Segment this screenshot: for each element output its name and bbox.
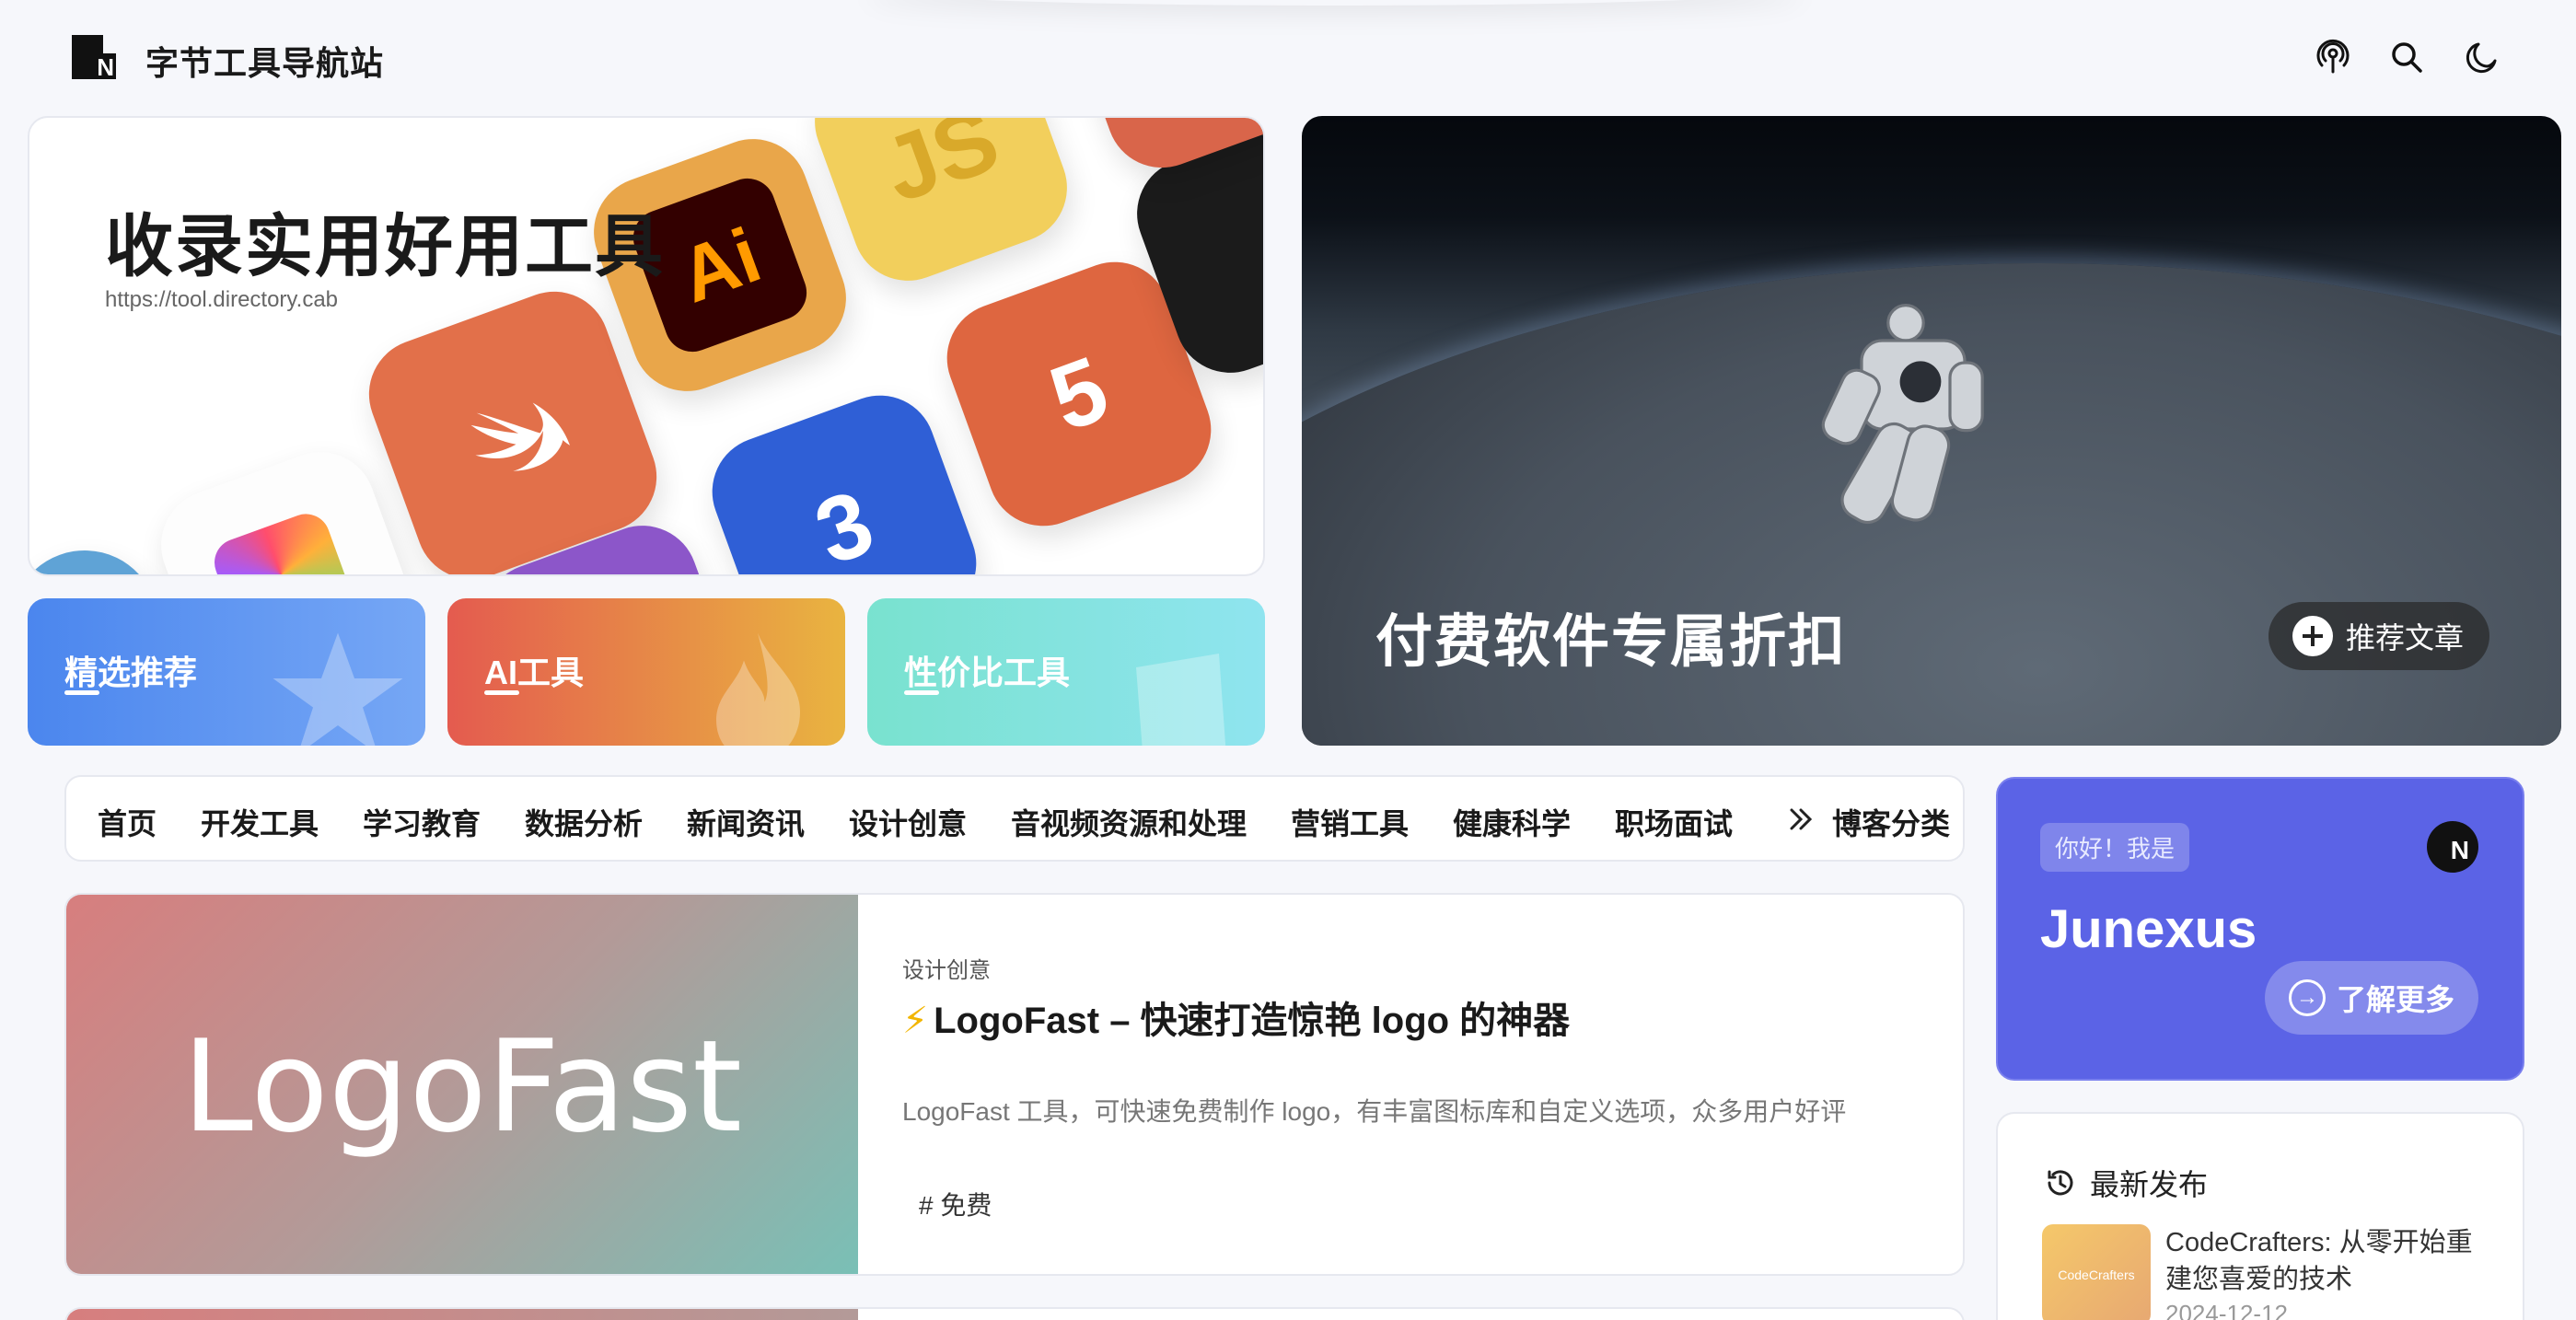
post-title: CodeCrafters: 从零开始重建您喜爱的技术 xyxy=(2165,1228,2473,1294)
final-cut-pro-icon xyxy=(145,436,429,574)
category-underline xyxy=(64,690,99,695)
nav-item-blog-categories[interactable]: 博客分类 xyxy=(1832,801,1950,843)
app-icon-blue xyxy=(29,529,180,574)
nav-item-news[interactable]: 新闻资讯 xyxy=(687,801,805,843)
double-chevron-right-icon[interactable] xyxy=(1784,803,1817,836)
nav-item-data-analysis[interactable]: 数据分析 xyxy=(525,801,643,843)
search-icon[interactable] xyxy=(2386,37,2427,77)
css3-icon: 3 xyxy=(696,379,992,574)
nav-item-health[interactable]: 健康科学 xyxy=(1453,801,1571,843)
hero-banner-discount[interactable]: 付费软件专属折扣 推荐文章 xyxy=(1302,116,2561,746)
latest-posts-title: 最新发布 xyxy=(2090,1168,2209,1201)
recommended-articles-button[interactable]: 推荐文章 xyxy=(2269,602,2489,670)
hero-title: 收录实用好用工具 xyxy=(105,208,665,284)
article-card[interactable]: LogoFast 设计创意 ⚡ LogoFast – 快速打造惊艳 logo 的神… xyxy=(64,893,1965,1276)
moon-icon[interactable] xyxy=(2460,37,2501,77)
profile-greeting: 你好！我是 xyxy=(2040,823,2190,872)
arrow-right-circle-icon xyxy=(2289,979,2326,1016)
header-shadow xyxy=(865,0,1804,6)
article-description: LogoFast 工具，可快速免费制作 logo，有丰富图标库和自定义选项，众多… xyxy=(902,1097,1847,1126)
category-underline xyxy=(904,690,939,695)
hero-right-title: 付费软件专属折扣 xyxy=(1375,610,1848,674)
podcast-icon[interactable] xyxy=(2313,37,2353,77)
learn-more-label: 了解更多 xyxy=(2337,983,2455,1016)
category-card-ai-tools[interactable]: AI工具 xyxy=(447,598,845,746)
nav-item-education[interactable]: 学习教育 xyxy=(363,801,481,843)
hero-banner-tools[interactable]: 收录实用好用工具 https://tool.directory.cab Ai J… xyxy=(28,116,1265,576)
article-thumbnail xyxy=(66,1309,858,1320)
category-label: 精选推荐 xyxy=(64,654,198,691)
category-card-value-tools[interactable]: 性价比工具 xyxy=(867,598,1265,746)
article-title-text: LogoFast – 快速打造惊艳 logo 的神器 xyxy=(934,1001,1571,1041)
category-card-featured[interactable]: 精选推荐 xyxy=(28,598,425,746)
profile-card: 你好！我是 N Junexus 了解更多 xyxy=(1996,777,2524,1081)
article-card-next[interactable] xyxy=(64,1307,1965,1320)
nav-item-design[interactable]: 设计创意 xyxy=(849,801,967,843)
learn-more-button[interactable]: 了解更多 xyxy=(2265,961,2478,1035)
article-title[interactable]: ⚡ LogoFast – 快速打造惊艳 logo 的神器 xyxy=(902,990,1570,1044)
bag-icon xyxy=(1136,654,1226,746)
article-thumbnail-text: LogoFast xyxy=(181,1012,743,1161)
plus-icon xyxy=(2292,616,2333,656)
nav-item-media[interactable]: 音视频资源和处理 xyxy=(1011,801,1247,843)
latest-post-item[interactable]: CodeCrafters CodeCrafters: 从零开始重建您喜爱的技术 … xyxy=(2042,1224,2484,1320)
history-icon xyxy=(2048,1170,2073,1196)
top-header: N 字节工具导航站 xyxy=(0,0,2576,114)
avatar[interactable]: N xyxy=(2427,821,2478,873)
post-date: 2024-12-12 xyxy=(2165,1300,2288,1320)
lightning-icon: ⚡ xyxy=(902,1001,929,1041)
flame-icon xyxy=(716,632,800,746)
nav-item-dev-tools[interactable]: 开发工具 xyxy=(201,801,319,843)
category-label: AI工具 xyxy=(484,654,585,691)
post-thumbnail: CodeCrafters xyxy=(2042,1224,2151,1320)
article-thumbnail: LogoFast xyxy=(66,895,858,1274)
hero-url: https://tool.directory.cab xyxy=(105,287,339,312)
javascript-icon: JS xyxy=(799,118,1083,296)
recommended-articles-label: 推荐文章 xyxy=(2346,621,2465,654)
latest-posts-header: 最新发布 xyxy=(2044,1162,2208,1204)
site-title[interactable]: 字节工具导航站 xyxy=(145,37,384,85)
nav-item-home[interactable]: 首页 xyxy=(98,801,157,843)
profile-name: Junexus xyxy=(2040,899,2257,959)
astronaut-image xyxy=(1821,304,1984,525)
nav-item-marketing[interactable]: 营销工具 xyxy=(1291,801,1409,843)
article-tag[interactable]: # 免费 xyxy=(919,1186,992,1222)
nav-item-career[interactable]: 职场面试 xyxy=(1615,801,1733,843)
article-category[interactable]: 设计创意 xyxy=(902,952,991,984)
star-icon xyxy=(273,632,403,746)
category-label: 性价比工具 xyxy=(904,654,1071,691)
category-underline xyxy=(484,690,519,695)
category-nav: 首页 开发工具 学习教育 数据分析 新闻资讯 设计创意 音视频资源和处理 营销工… xyxy=(64,775,1965,862)
site-logo[interactable]: N xyxy=(72,35,116,79)
latest-posts-widget: 最新发布 CodeCrafters CodeCrafters: 从零开始重建您喜… xyxy=(1996,1112,2524,1320)
